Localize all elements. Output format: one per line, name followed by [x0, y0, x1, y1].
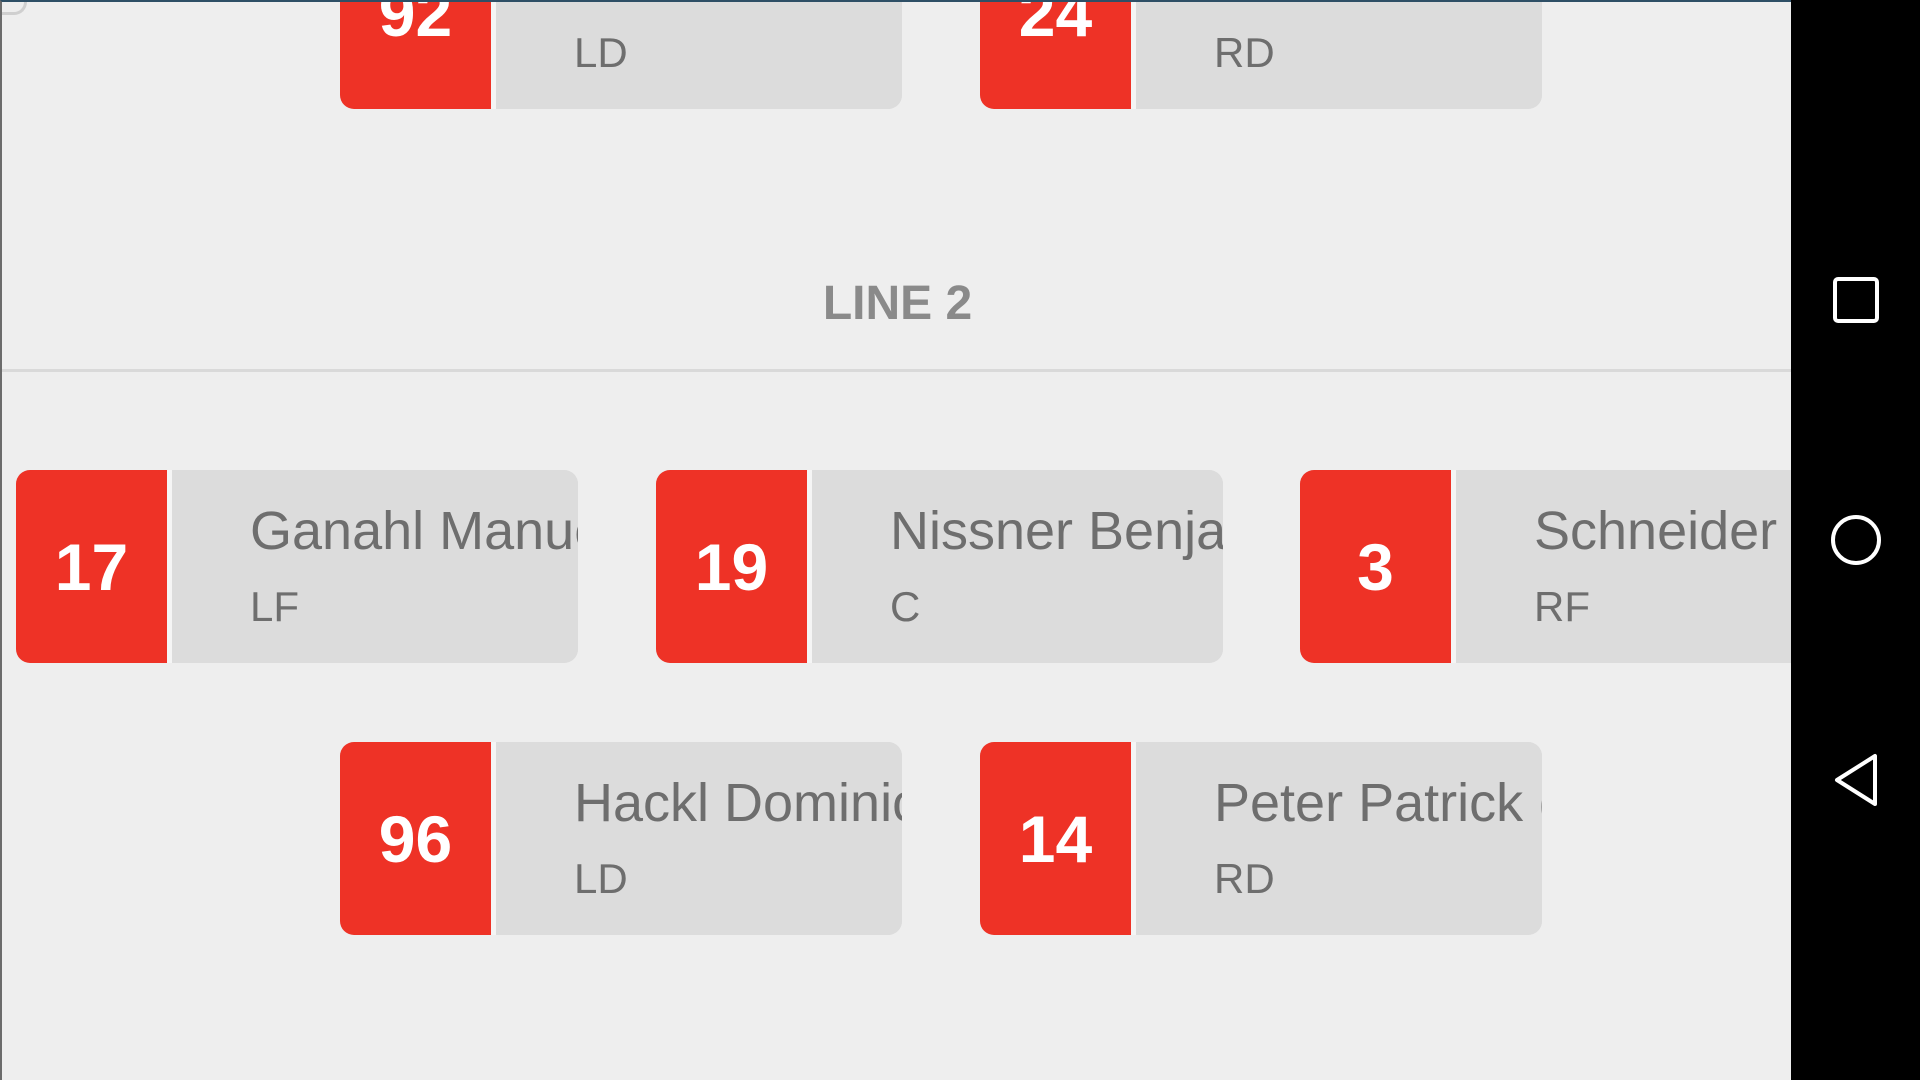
jersey-number: 17	[16, 470, 172, 663]
jersey-number: 24	[980, 2, 1136, 109]
player-name: Hackl Dominic	[574, 773, 902, 833]
line-divider	[2, 369, 1791, 372]
home-button[interactable]	[1791, 495, 1920, 585]
player-card[interactable]: 92 LD	[340, 2, 902, 109]
scroll-indicator	[2, 2, 27, 15]
line-title: LINE 2	[822, 277, 973, 330]
player-card[interactable]: 19 Nissner Benja C	[656, 470, 1223, 663]
player-card[interactable]: 96 Hackl Dominic LD	[340, 742, 902, 935]
player-info: Peter Patrick ( RD	[1136, 742, 1542, 935]
player-card[interactable]: 17 Ganahl Manue LF	[16, 470, 578, 663]
player-position: RD	[1214, 855, 1275, 902]
player-info: Hackl Dominic LD	[496, 742, 902, 935]
player-position: LD	[574, 855, 628, 902]
recent-apps-button[interactable]	[1791, 255, 1920, 345]
player-card[interactable]: 14 Peter Patrick ( RD	[980, 742, 1542, 935]
circle-icon	[1830, 515, 1881, 565]
player-name: Nissner Benja	[890, 501, 1223, 561]
player-card[interactable]: 24 RD	[980, 2, 1542, 109]
player-position: LF	[250, 583, 300, 630]
jersey-number: 14	[980, 742, 1136, 935]
back-button[interactable]	[1791, 735, 1920, 825]
player-name: Peter Patrick (	[1214, 773, 1542, 833]
jersey-number: 3	[1300, 470, 1456, 663]
player-info: LD	[496, 2, 902, 109]
player-name: Ganahl Manue	[250, 501, 578, 561]
player-position: C	[890, 583, 921, 630]
player-position: LD	[574, 29, 628, 76]
player-info: Ganahl Manue LF	[172, 470, 578, 663]
jersey-number: 19	[656, 470, 812, 663]
player-position: RF	[1534, 583, 1590, 630]
player-card[interactable]: 3 Schneider RF	[1300, 470, 1791, 663]
lineup-screen: 92 LD 24 RD LINE 2 17 Ganahl Manue LF 19…	[0, 0, 1791, 1080]
square-icon	[1832, 277, 1879, 323]
player-info: Nissner Benja C	[812, 470, 1223, 663]
jersey-number: 96	[340, 742, 496, 935]
player-position: RD	[1214, 29, 1275, 76]
player-info: RD	[1136, 2, 1542, 109]
player-name: Schneider	[1534, 501, 1778, 561]
triangle-back-icon	[1834, 754, 1877, 806]
jersey-number: 92	[340, 2, 496, 109]
player-info: Schneider RF	[1456, 470, 1791, 663]
navigation-bar	[1791, 0, 1920, 1080]
